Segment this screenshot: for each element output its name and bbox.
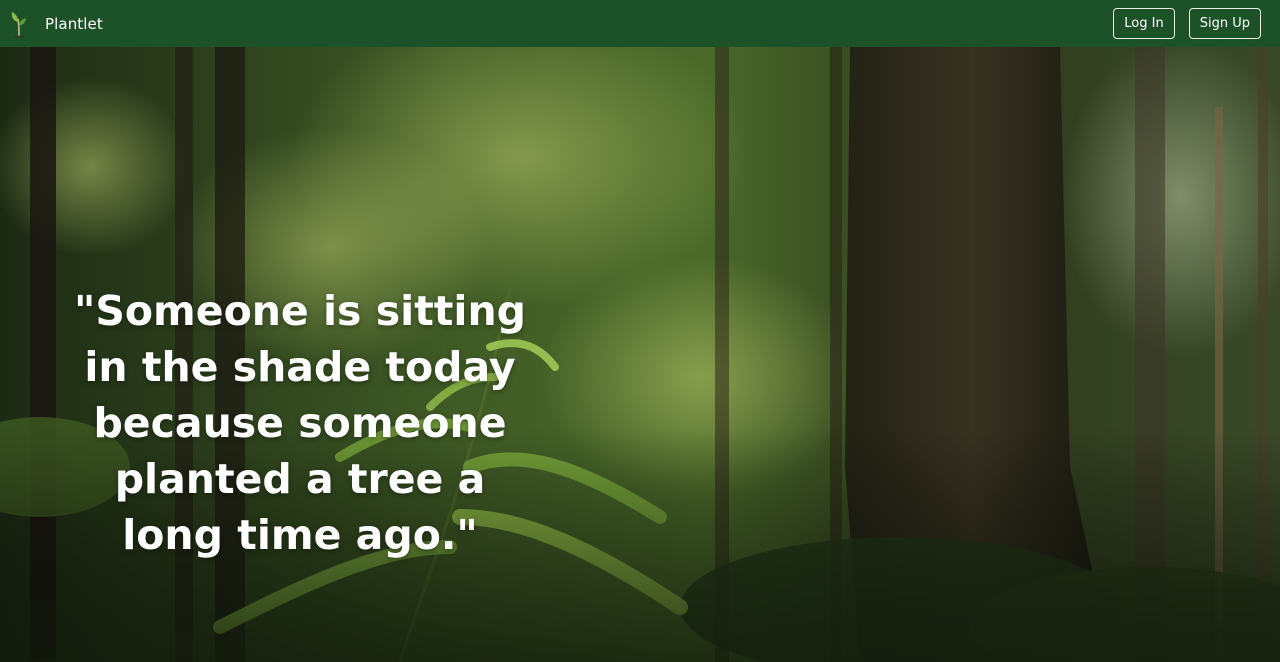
hero-section: "Someone is sitting in the shade today b… bbox=[0, 47, 1280, 662]
brand-name: Plantlet bbox=[45, 14, 103, 33]
sign-up-button[interactable]: Sign Up bbox=[1188, 8, 1261, 39]
sprout-icon bbox=[10, 10, 28, 38]
brand-link[interactable]: Plantlet bbox=[10, 10, 103, 38]
hero-quote: "Someone is sitting in the shade today b… bbox=[73, 287, 526, 559]
auth-actions: Log In Sign Up bbox=[1113, 8, 1261, 39]
log-in-button[interactable]: Log In bbox=[1113, 8, 1175, 39]
top-navbar: Plantlet Log In Sign Up bbox=[0, 0, 1280, 47]
